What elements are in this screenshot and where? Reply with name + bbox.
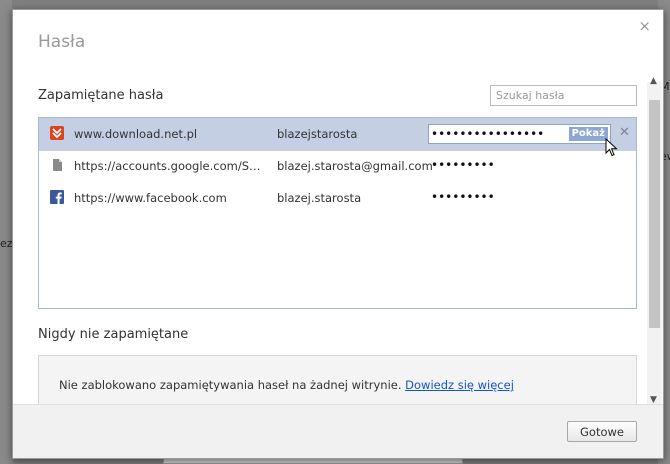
dialog-scrollbar[interactable]: ▲ ▼ <box>647 76 662 408</box>
exceptions-list: Nie zablokowano zapamiętywania haseł na … <box>38 355 637 410</box>
exceptions-message-line: Nie zablokowano zapamiętywania haseł na … <box>59 378 514 392</box>
password-value: •••••••••••••••• <box>431 127 545 141</box>
download-net-favicon-icon <box>50 126 64 140</box>
delete-entry-icon[interactable]: ✕ <box>619 125 630 140</box>
site-url: https://accounts.google.com/ServiceLogin <box>74 159 264 173</box>
close-icon[interactable]: × <box>638 17 651 35</box>
search-passwords-input[interactable] <box>490 85 637 106</box>
show-password-button[interactable]: Pokaż <box>568 127 608 141</box>
saved-passwords-list[interactable]: www.download.net.pl blazejstarosta •••••… <box>38 117 637 309</box>
done-button[interactable]: Gotowe <box>567 421 637 442</box>
saved-passwords-heading: Zapamiętane hasła <box>38 88 164 103</box>
password-row[interactable]: www.download.net.pl blazejstarosta •••••… <box>39 118 636 157</box>
facebook-icon <box>50 190 64 204</box>
password-field[interactable]: •••••••••••••••• Pokaż <box>428 124 611 144</box>
dialog-footer: Gotowe <box>13 404 663 458</box>
background-left <box>0 0 12 464</box>
exceptions-message: Nie zablokowano zapamiętywania haseł na … <box>59 378 402 392</box>
username: blazej.starosta <box>277 191 362 205</box>
site-url: https://www.facebook.com <box>74 191 227 205</box>
passwords-dialog: Hasła × Zapamiętane hasła www.download.n… <box>12 9 664 459</box>
page-icon <box>53 159 62 171</box>
scroll-up-arrow-icon[interactable]: ▲ <box>650 76 657 86</box>
password-value: ••••••••• <box>431 190 495 204</box>
password-row[interactable]: https://www.facebook.com blazej.starosta… <box>39 182 636 214</box>
never-saved-heading: Nigdy nie zapamiętane <box>38 327 189 342</box>
password-value: ••••••••• <box>431 158 495 172</box>
learn-more-link[interactable]: Dowiedz się więcej <box>405 378 514 392</box>
password-row[interactable]: https://accounts.google.com/ServiceLogin… <box>39 150 636 182</box>
username: blazej.starosta@gmail.com <box>277 159 433 173</box>
dialog-title: Hasła <box>38 32 86 52</box>
site-url: www.download.net.pl <box>74 127 198 141</box>
background-text-left: ez <box>0 237 13 250</box>
username: blazejstarosta <box>277 127 358 141</box>
scroll-thumb[interactable] <box>649 100 660 328</box>
